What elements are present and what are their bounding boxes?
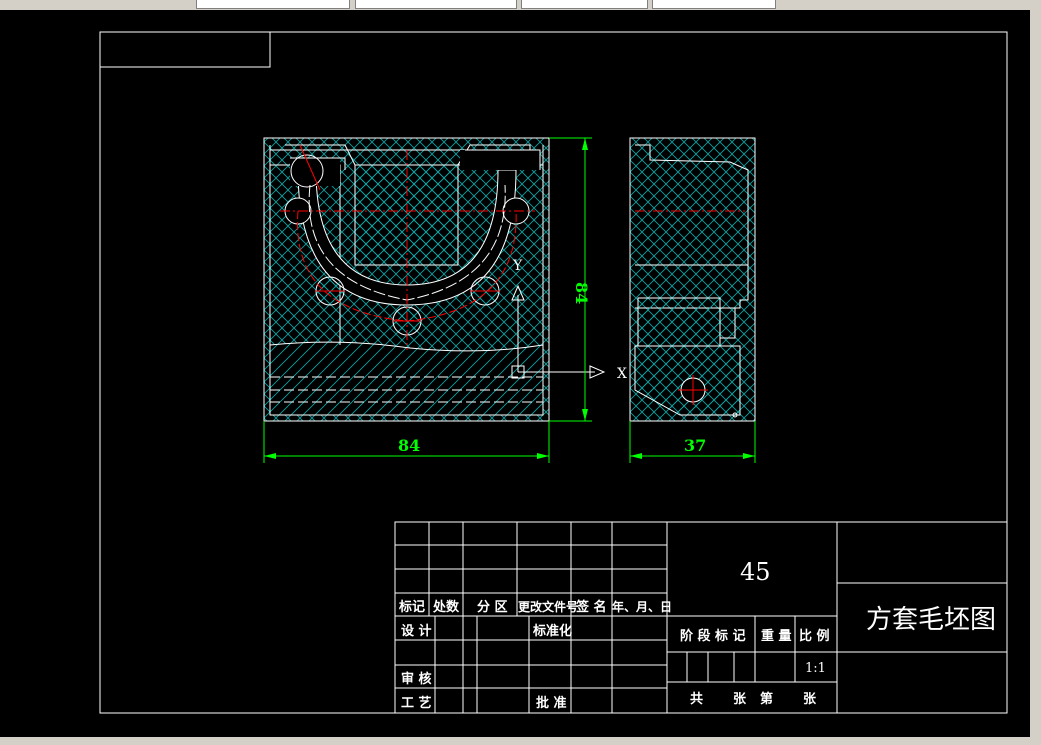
label-sheet-no: 第: [760, 691, 773, 707]
material-value: 45: [740, 558, 771, 586]
vertical-scrollbar[interactable]: [1030, 10, 1041, 737]
label-stage-mark: 阶 段 标 记: [680, 628, 746, 644]
label-sheets-2: 张: [803, 692, 817, 707]
layer-dropdown[interactable]: [196, 0, 350, 9]
scale-value: 1:1: [805, 661, 826, 676]
header-date: 年、月、日: [612, 599, 672, 614]
drawing-canvas[interactable]: Y X 84 84 37 标记 处数 分 区 更改文件号 签 名 年、月、日 设…: [0, 10, 1030, 737]
header-change-doc: 更改文件号: [518, 599, 578, 614]
header-count: 处数: [432, 599, 460, 615]
header-zone: 分 区: [477, 599, 508, 615]
dimension-height: 84: [572, 282, 591, 304]
color-dropdown[interactable]: [652, 0, 776, 9]
label-design: 设 计: [401, 623, 432, 639]
label-standardize: 标准化: [532, 623, 572, 639]
side-view: [629, 137, 756, 422]
linetype-dropdown[interactable]: [355, 0, 517, 9]
label-weight: 重 量: [761, 628, 792, 644]
label-review: 审 核: [401, 671, 432, 687]
y-axis-label: Y: [512, 258, 523, 274]
label-process: 工 艺: [401, 695, 432, 711]
label-scale: 比 例: [799, 628, 830, 644]
front-view: Y X: [263, 137, 627, 422]
horizontal-scrollbar[interactable]: [0, 737, 1041, 745]
top-left-code-box: [99, 31, 271, 68]
side-dimensions: 37: [629, 421, 756, 463]
x-axis-label: X: [617, 366, 627, 382]
cad-toolbar: [0, 0, 1041, 10]
lineweight-dropdown[interactable]: [521, 0, 648, 9]
drawing-svg: Y X 84 84 37 标记 处数 分 区 更改文件号 签 名 年、月、日 设…: [99, 31, 1008, 714]
header-signature: 签 名: [575, 599, 607, 615]
label-approve: 批 准: [536, 695, 567, 711]
header-mark: 标记: [398, 599, 425, 615]
label-sheets-1: 张: [733, 692, 747, 707]
dimension-width: 84: [398, 436, 420, 455]
label-total: 共: [690, 691, 703, 707]
dimension-side-width: 37: [684, 436, 706, 455]
drawing-title: 方套毛坯图: [866, 605, 996, 635]
